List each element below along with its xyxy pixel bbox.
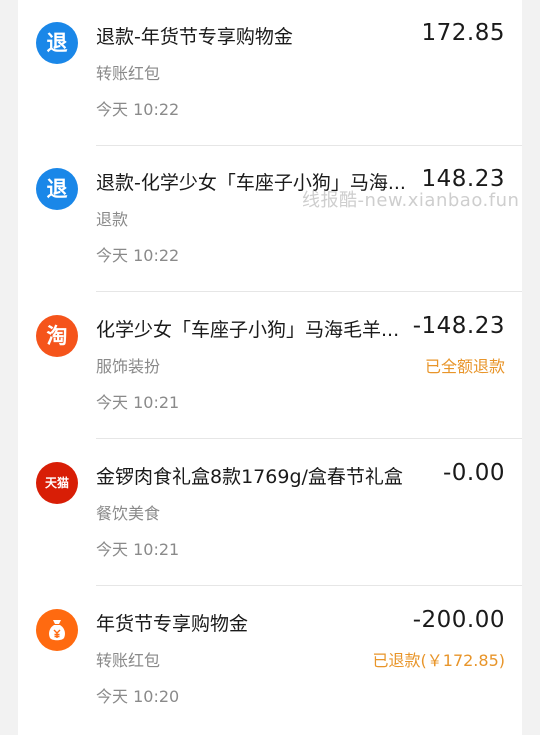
divider <box>96 438 522 439</box>
refund-icon: 退 <box>36 22 78 64</box>
transaction-title: 金锣肉食礼盒8款1769g/盒春节礼盒 ... <box>96 466 406 488</box>
tmall-icon-glyph: 天猫 <box>44 476 69 490</box>
divider <box>96 291 522 292</box>
transaction-title: 退款-年货节专享购物金 <box>96 26 293 48</box>
transaction-amount: -148.23 <box>412 313 505 339</box>
money-bag-glyph <box>49 620 65 641</box>
transaction-category: 服饰装扮 <box>96 357 161 376</box>
transaction-status: 已全额退款 <box>424 357 505 376</box>
transaction-time: 今天 10:22 <box>96 100 180 119</box>
transaction-category: 退款 <box>96 210 129 229</box>
divider <box>96 585 522 586</box>
transaction-time: 今天 10:22 <box>96 246 180 265</box>
transaction-title: 年货节专享购物金 <box>96 613 249 635</box>
money-bag-icon <box>36 609 78 651</box>
transaction-item[interactable]: 退 退款-化学少女「车座子小狗」马海... 148.23 退款 今天 10:22 <box>18 146 522 292</box>
refund-icon-glyph: 退 <box>46 176 68 201</box>
transaction-category: 转账红包 <box>96 651 161 670</box>
refund-icon: 退 <box>36 168 78 210</box>
transaction-time: 今天 10:20 <box>96 687 180 706</box>
transaction-amount: -0.00 <box>442 460 505 486</box>
transaction-category: 转账红包 <box>96 64 161 83</box>
transaction-category: 餐饮美食 <box>96 504 161 523</box>
taobao-icon: 淘 <box>36 315 78 357</box>
transaction-title: 化学少女「车座子小狗」马海毛羊... <box>96 319 400 341</box>
transaction-list: 退 退款-年货节专享购物金 172.85 转账红包 今天 10:22 退 退款-… <box>18 0 522 735</box>
transaction-item[interactable]: 退 退款-年货节专享购物金 172.85 转账红包 今天 10:22 <box>18 0 522 146</box>
transaction-item[interactable]: 淘 化学少女「车座子小狗」马海毛羊... -148.23 服饰装扮 已全额退款 … <box>18 293 522 439</box>
transaction-time: 今天 10:21 <box>96 393 180 412</box>
transaction-item[interactable]: 年货节专享购物金 -200.00 转账红包 已退款(￥172.85) 今天 10… <box>18 587 522 733</box>
refund-icon-glyph: 退 <box>46 30 68 55</box>
transaction-time: 今天 10:21 <box>96 540 180 559</box>
taobao-icon-glyph: 淘 <box>46 323 68 348</box>
transaction-status: 已退款(￥172.85) <box>372 651 505 670</box>
transaction-amount: 172.85 <box>421 20 505 46</box>
transaction-item[interactable]: 天猫 金锣肉食礼盒8款1769g/盒春节礼盒 ... -0.00 餐饮美食 今天… <box>18 440 522 586</box>
watermark: 线报酷-new.xianbao.fun <box>302 190 520 211</box>
tmall-icon: 天猫 <box>36 462 78 504</box>
transaction-amount: -200.00 <box>412 607 505 633</box>
